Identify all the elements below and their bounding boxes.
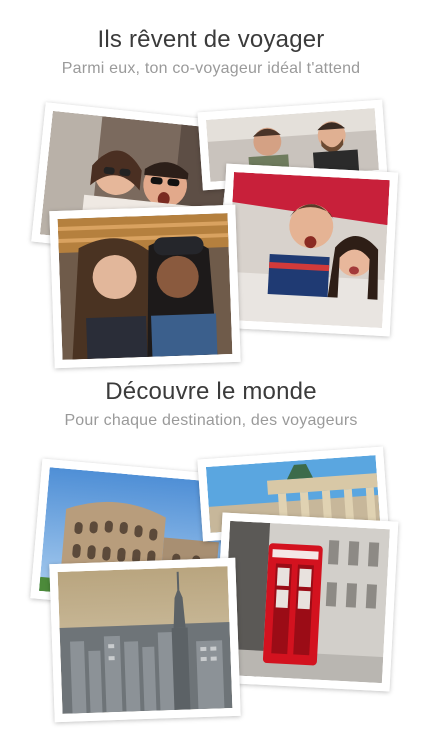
travelers-collage — [0, 90, 422, 369]
photo-two-women — [49, 204, 241, 369]
section-subtitle-travelers: Parmi eux, ton co-voyageur idéal t'atten… — [61, 60, 361, 77]
photo-new-york-skyline-image — [57, 566, 233, 714]
photo-new-york-skyline — [49, 557, 241, 723]
photo-red-phone-box — [213, 512, 399, 692]
destinations-collage — [0, 445, 422, 725]
section-subtitle-discover: Pour chaque destination, des voyageurs — [64, 412, 358, 429]
photo-red-phone-box-image — [222, 520, 390, 684]
photo-couple-red-blanket-image — [226, 172, 390, 328]
photo-two-women-image — [57, 213, 233, 360]
section-title-travelers: Ils rêvent de voyager — [97, 26, 325, 53]
onboarding-page: Ils rêvent de voyager Parmi eux, ton co-… — [0, 0, 422, 750]
photo-couple-red-blanket — [217, 163, 399, 337]
section-title-discover: Découvre le monde — [105, 378, 317, 405]
